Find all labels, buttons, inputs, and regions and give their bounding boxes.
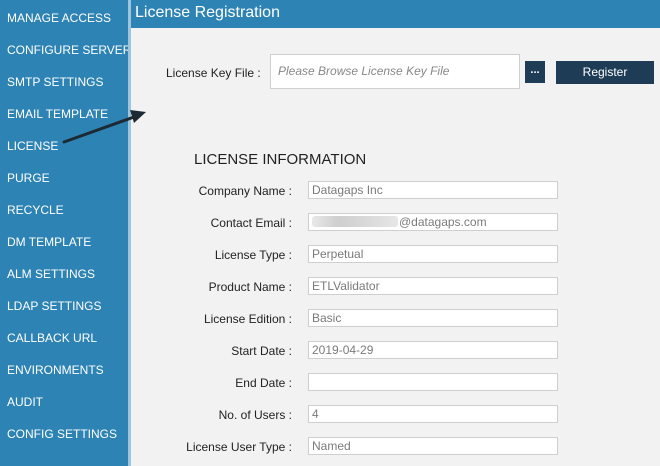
sidebar-item-config-settings[interactable]: CONFIG SETTINGS: [7, 427, 117, 441]
browse-button[interactable]: ...: [525, 61, 545, 83]
license-type-label: License Type :: [214, 248, 292, 262]
sidebar-item-email-template[interactable]: EMAIL TEMPLATE: [7, 107, 108, 121]
license-user-type-label: License User Type :: [186, 440, 292, 454]
contact-email-label: Contact Email :: [210, 216, 292, 230]
license-edition-label: License Edition :: [203, 312, 292, 326]
license-key-file-label: License Key File :: [166, 66, 261, 80]
sidebar-item-audit[interactable]: AUDIT: [7, 395, 43, 409]
end-date-label: End Date :: [235, 376, 292, 390]
company-name-field: Datagaps Inc: [308, 181, 558, 199]
sidebar-item-dm-template[interactable]: DM TEMPLATE: [7, 235, 91, 249]
sidebar-item-license[interactable]: LICENSE: [7, 139, 58, 153]
sidebar-item-purge[interactable]: PURGE: [7, 171, 50, 185]
page-title: License Registration: [131, 0, 660, 28]
main-content: License Registration License Key File : …: [131, 0, 660, 466]
sidebar: MANAGE ACCESS CONFIGURE SERVER SMTP SETT…: [0, 0, 131, 466]
start-date-field: 2019-04-29: [308, 341, 558, 359]
contact-email-domain: @datagaps.com: [399, 215, 487, 229]
register-button[interactable]: Register: [556, 61, 654, 84]
sidebar-item-smtp-settings[interactable]: SMTP SETTINGS: [7, 75, 103, 89]
license-edition-field: Basic: [308, 309, 558, 327]
license-type-field: Perpetual: [308, 245, 558, 263]
sidebar-item-manage-access[interactable]: MANAGE ACCESS: [7, 11, 111, 25]
redacted-email-blur: [312, 216, 398, 227]
product-name-label: Product Name :: [208, 280, 292, 294]
sidebar-item-callback-url[interactable]: CALLBACK URL: [7, 331, 97, 345]
sidebar-item-ldap-settings[interactable]: LDAP SETTINGS: [7, 299, 101, 313]
end-date-field: [308, 373, 558, 391]
contact-email-field: @datagaps.com: [308, 213, 558, 231]
number-of-users-label: No. of Users :: [218, 408, 292, 422]
product-name-field: ETLValidator: [308, 277, 558, 295]
license-key-file-input[interactable]: Please Browse License Key File: [270, 54, 520, 89]
sidebar-item-environments[interactable]: ENVIRONMENTS: [7, 363, 104, 377]
sidebar-item-configure-server[interactable]: CONFIGURE SERVER: [7, 43, 131, 57]
company-name-label: Company Name :: [198, 184, 292, 198]
license-information-title: LICENSE INFORMATION: [194, 151, 367, 168]
number-of-users-field: 4: [308, 405, 558, 423]
sidebar-item-alm-settings[interactable]: ALM SETTINGS: [7, 267, 95, 281]
license-user-type-field: Named: [308, 437, 558, 455]
start-date-label: Start Date :: [231, 344, 292, 358]
sidebar-item-recycle[interactable]: RECYCLE: [7, 203, 64, 217]
